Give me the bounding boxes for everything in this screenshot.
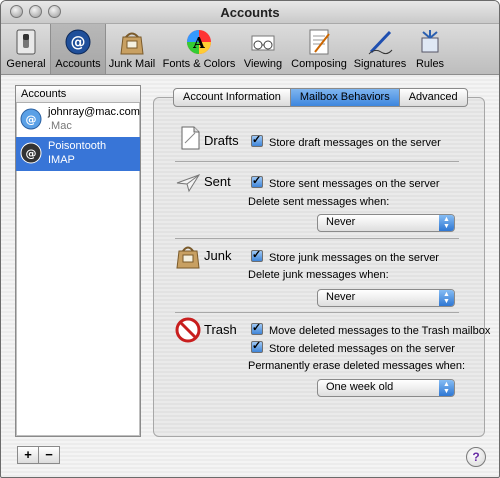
remove-account-button[interactable]: − [38, 446, 60, 464]
delete-sent-popup[interactable]: Never ▲ ▼ [317, 214, 455, 232]
toolbar-item-label: Junk Mail [108, 58, 156, 70]
store-junk-label: Store junk messages on the server [269, 252, 439, 264]
store-sent-label: Store sent messages on the server [269, 178, 440, 190]
accounts-list-header: Accounts [16, 86, 140, 103]
switch-icon [16, 29, 36, 55]
drafts-label: Drafts [204, 133, 239, 148]
section-divider [175, 238, 459, 239]
store-sent-checkbox[interactable] [251, 174, 263, 188]
imap-account-icon: @ [20, 142, 42, 164]
store-drafts-label: Store draft messages on the server [269, 137, 441, 149]
store-drafts-checkbox[interactable] [251, 133, 263, 147]
toolbar-item-label: Composing [291, 58, 347, 70]
popup-arrows-icon: ▲ ▼ [439, 290, 454, 306]
erase-deleted-popup[interactable]: One week old ▲ ▼ [317, 379, 455, 397]
move-to-trash-label: Move deleted messages to the Trash mailb… [269, 325, 491, 337]
svg-text:@: @ [71, 33, 86, 51]
trash-no-entry-icon [175, 317, 201, 343]
toolbar-item-composing[interactable]: Composing [288, 24, 350, 74]
rules-icon [421, 30, 439, 53]
erase-deleted-label: Permanently erase deleted messages when: [248, 360, 466, 372]
account-row-poisontooth[interactable]: @ Poisontooth IMAP [16, 137, 140, 171]
store-deleted-checkbox[interactable] [251, 339, 263, 353]
move-to-trash-checkbox[interactable] [251, 321, 263, 335]
toolbar-item-label: Accounts [55, 58, 101, 70]
move-to-trash-checkbox-row[interactable]: Move deleted messages to the Trash mailb… [251, 321, 491, 337]
popup-value: One week old [326, 381, 394, 393]
document-pencil-icon [309, 29, 330, 55]
account-name: johnray@mac.com [48, 106, 140, 118]
delete-sent-label: Delete sent messages when: [248, 196, 390, 208]
toolbar-item-fonts-colors[interactable]: A Fonts & Colors [160, 24, 238, 74]
store-deleted-label: Store deleted messages on the server [269, 343, 455, 355]
color-wheel-icon: A [187, 30, 211, 54]
account-name: Poisontooth [48, 140, 107, 152]
accounts-list[interactable]: Accounts @ johnray@mac.com .Mac @ Poison… [15, 85, 141, 437]
add-account-button[interactable]: + [17, 446, 39, 464]
toolbar-item-label: General [6, 58, 46, 70]
settings-tabs: Account Information Mailbox Behaviors Ad… [173, 88, 468, 107]
tab-mailbox-behaviors[interactable]: Mailbox Behaviors [290, 89, 400, 106]
popup-arrows-icon: ▲ ▼ [439, 380, 454, 396]
mail-preferences-window: Accounts General @ Accounts Junk Mail A … [0, 0, 500, 478]
store-drafts-checkbox-row[interactable]: Store draft messages on the server [251, 133, 441, 149]
toolbar-item-label: Viewing [243, 58, 283, 70]
toolbar-item-general[interactable]: General [3, 24, 49, 74]
window-title: Accounts [220, 5, 280, 20]
store-deleted-checkbox-row[interactable]: Store deleted messages on the server [251, 339, 455, 355]
popup-arrows-icon: ▲ ▼ [439, 215, 454, 231]
delete-junk-popup[interactable]: Never ▲ ▼ [317, 289, 455, 307]
toolbar-item-signatures[interactable]: Signatures [351, 24, 409, 74]
glasses-icon [251, 35, 275, 51]
tab-account-information[interactable]: Account Information [174, 89, 291, 106]
toolbar-item-label: Rules [415, 58, 445, 70]
toolbar-item-viewing[interactable]: Viewing [239, 24, 287, 74]
popup-value: Never [326, 291, 356, 303]
delete-junk-label: Delete junk messages when: [248, 269, 389, 281]
sent-paper-plane-icon [176, 174, 201, 193]
trash-label: Trash [204, 322, 237, 337]
svg-text:A: A [192, 34, 205, 52]
store-sent-checkbox-row[interactable]: Store sent messages on the server [251, 174, 440, 190]
title-bar: Accounts [1, 1, 499, 24]
store-junk-checkbox-row[interactable]: Store junk messages on the server [251, 248, 439, 264]
toolbar-item-accounts[interactable]: @ Accounts [50, 24, 106, 74]
toolbar-item-label: Signatures [353, 58, 407, 70]
tab-advanced[interactable]: Advanced [400, 89, 467, 106]
junk-mail-bag-icon [120, 32, 144, 55]
help-button[interactable]: ? [466, 447, 486, 467]
toolbar-item-rules[interactable]: Rules [410, 24, 450, 74]
sent-label: Sent [204, 174, 231, 189]
junk-bag-icon [176, 246, 200, 269]
at-sign-icon: @ [65, 29, 91, 55]
mac-account-icon: @ [20, 108, 42, 130]
svg-text:@: @ [26, 113, 37, 126]
toolbar-item-junk-mail[interactable]: Junk Mail [105, 24, 159, 74]
toolbar-item-label: Fonts & Colors [162, 58, 236, 70]
section-divider [175, 312, 459, 313]
popup-value: Never [326, 216, 356, 228]
junk-label: Junk [204, 248, 232, 263]
pen-icon [368, 30, 393, 55]
preferences-toolbar: General @ Accounts Junk Mail A Fonts & C… [1, 24, 499, 75]
account-row-johnray[interactable]: @ johnray@mac.com .Mac [16, 103, 140, 137]
account-type: .Mac [48, 120, 72, 132]
svg-text:@: @ [26, 147, 37, 160]
section-divider [175, 161, 459, 162]
account-type: IMAP [48, 154, 75, 166]
store-junk-checkbox[interactable] [251, 248, 263, 262]
drafts-icon [181, 126, 200, 150]
